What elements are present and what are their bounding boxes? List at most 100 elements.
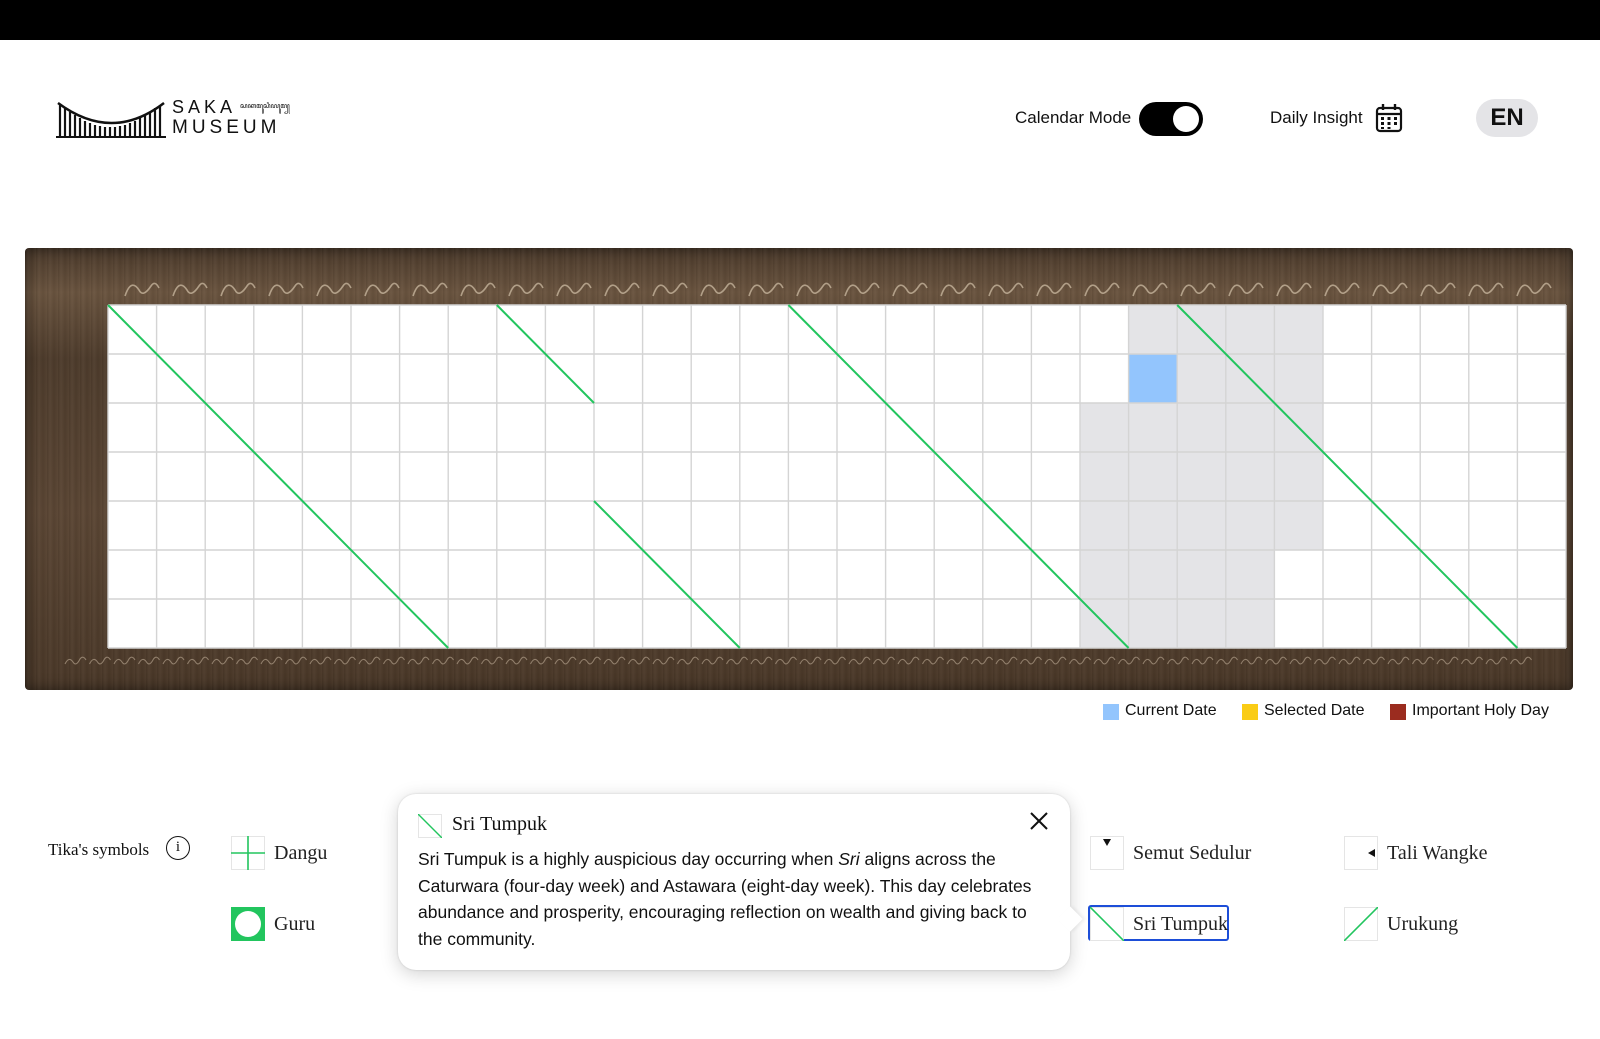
- grid-cell[interactable]: [1323, 305, 1372, 354]
- grid-cell[interactable]: [1177, 403, 1226, 452]
- grid-cell[interactable]: [399, 550, 449, 599]
- grid-cell[interactable]: [448, 305, 497, 354]
- grid-cell[interactable]: [156, 550, 206, 599]
- language-button[interactable]: EN: [1476, 99, 1538, 137]
- grid-cell[interactable]: [739, 305, 789, 354]
- grid-cell[interactable]: [1031, 305, 1080, 354]
- grid-cell[interactable]: [205, 354, 254, 403]
- grid-cell[interactable]: [205, 305, 254, 354]
- grid-cell[interactable]: [837, 452, 886, 501]
- grid-cell[interactable]: [788, 354, 837, 403]
- grid-cell[interactable]: [1225, 550, 1275, 599]
- grid-cell[interactable]: [982, 550, 1032, 599]
- grid-cell[interactable]: [594, 599, 643, 648]
- grid-cell[interactable]: [982, 403, 1032, 452]
- grid-cell[interactable]: [788, 403, 837, 452]
- grid-cell[interactable]: [1128, 403, 1178, 452]
- grid-cell[interactable]: [1128, 501, 1178, 550]
- grid-cell[interactable]: [691, 550, 740, 599]
- grid-cell[interactable]: [448, 452, 497, 501]
- grid-cell[interactable]: [108, 354, 157, 403]
- grid-cell[interactable]: [1371, 599, 1421, 648]
- grid-cell[interactable]: [108, 452, 157, 501]
- current-date-cell[interactable]: [1128, 354, 1178, 403]
- grid-cell[interactable]: [837, 599, 886, 648]
- grid-cell[interactable]: [108, 501, 157, 550]
- grid-cell[interactable]: [885, 501, 935, 550]
- grid-cell[interactable]: [1468, 550, 1518, 599]
- grid-cell[interactable]: [1371, 305, 1421, 354]
- grid-cell[interactable]: [594, 452, 643, 501]
- grid-cell[interactable]: [1517, 354, 1566, 403]
- grid-cell[interactable]: [205, 452, 254, 501]
- grid-cell[interactable]: [1274, 501, 1323, 550]
- grid-cell[interactable]: [1371, 452, 1421, 501]
- grid-cell[interactable]: [788, 550, 837, 599]
- grid-cell[interactable]: [1080, 550, 1129, 599]
- grid-cell[interactable]: [788, 452, 837, 501]
- grid-cell[interactable]: [1468, 354, 1518, 403]
- grid-cell[interactable]: [302, 305, 351, 354]
- grid-cell[interactable]: [739, 599, 789, 648]
- grid-cell[interactable]: [1080, 501, 1129, 550]
- grid-cell[interactable]: [1468, 452, 1518, 501]
- grid-cell[interactable]: [545, 452, 594, 501]
- grid-cell[interactable]: [302, 403, 351, 452]
- grid-cell[interactable]: [934, 550, 983, 599]
- grid-cell[interactable]: [1225, 305, 1275, 354]
- grid-cell[interactable]: [108, 403, 157, 452]
- grid-cell[interactable]: [1031, 501, 1080, 550]
- grid-cell[interactable]: [545, 550, 594, 599]
- grid-cell[interactable]: [1468, 305, 1518, 354]
- grid-cell[interactable]: [399, 403, 449, 452]
- grid-cell[interactable]: [1274, 452, 1323, 501]
- grid-cell[interactable]: [399, 305, 449, 354]
- grid-cell[interactable]: [982, 452, 1032, 501]
- grid-cell[interactable]: [885, 452, 935, 501]
- grid-cell[interactable]: [399, 354, 449, 403]
- grid-cell[interactable]: [934, 354, 983, 403]
- grid-cell[interactable]: [642, 354, 692, 403]
- grid-cell[interactable]: [351, 305, 400, 354]
- grid-cell[interactable]: [399, 452, 449, 501]
- grid-cell[interactable]: [1468, 403, 1518, 452]
- grid-cell[interactable]: [594, 550, 643, 599]
- grid-cell[interactable]: [739, 550, 789, 599]
- grid-cell[interactable]: [496, 403, 546, 452]
- grid-cell[interactable]: [982, 305, 1032, 354]
- grid-cell[interactable]: [448, 403, 497, 452]
- grid-cell[interactable]: [885, 305, 935, 354]
- grid-cell[interactable]: [108, 599, 157, 648]
- grid-cell[interactable]: [885, 599, 935, 648]
- grid-cell[interactable]: [788, 599, 837, 648]
- grid-cell[interactable]: [1517, 452, 1566, 501]
- grid-cell[interactable]: [1177, 550, 1226, 599]
- grid-cell[interactable]: [351, 599, 400, 648]
- grid-cell[interactable]: [1080, 452, 1129, 501]
- grid-cell[interactable]: [1420, 403, 1469, 452]
- grid-cell[interactable]: [1177, 452, 1226, 501]
- grid-cell[interactable]: [156, 305, 206, 354]
- grid-cell[interactable]: [205, 599, 254, 648]
- grid-cell[interactable]: [934, 501, 983, 550]
- grid-cell[interactable]: [1031, 599, 1080, 648]
- grid-cell[interactable]: [205, 501, 254, 550]
- grid-cell[interactable]: [594, 354, 643, 403]
- grid-cell[interactable]: [1177, 354, 1226, 403]
- grid-cell[interactable]: [496, 354, 546, 403]
- grid-cell[interactable]: [1517, 305, 1566, 354]
- grid-cell[interactable]: [253, 550, 303, 599]
- grid-cell[interactable]: [1323, 403, 1372, 452]
- grid-cell[interactable]: [156, 599, 206, 648]
- grid-cell[interactable]: [351, 452, 400, 501]
- grid-cell[interactable]: [496, 452, 546, 501]
- grid-cell[interactable]: [253, 354, 303, 403]
- grid-cell[interactable]: [1225, 403, 1275, 452]
- grid-cell[interactable]: [1128, 452, 1178, 501]
- grid-cell[interactable]: [1274, 599, 1323, 648]
- grid-cell[interactable]: [1517, 550, 1566, 599]
- grid-cell[interactable]: [448, 599, 497, 648]
- grid-cell[interactable]: [1177, 599, 1226, 648]
- grid-cell[interactable]: [837, 305, 886, 354]
- grid-cell[interactable]: [1420, 305, 1469, 354]
